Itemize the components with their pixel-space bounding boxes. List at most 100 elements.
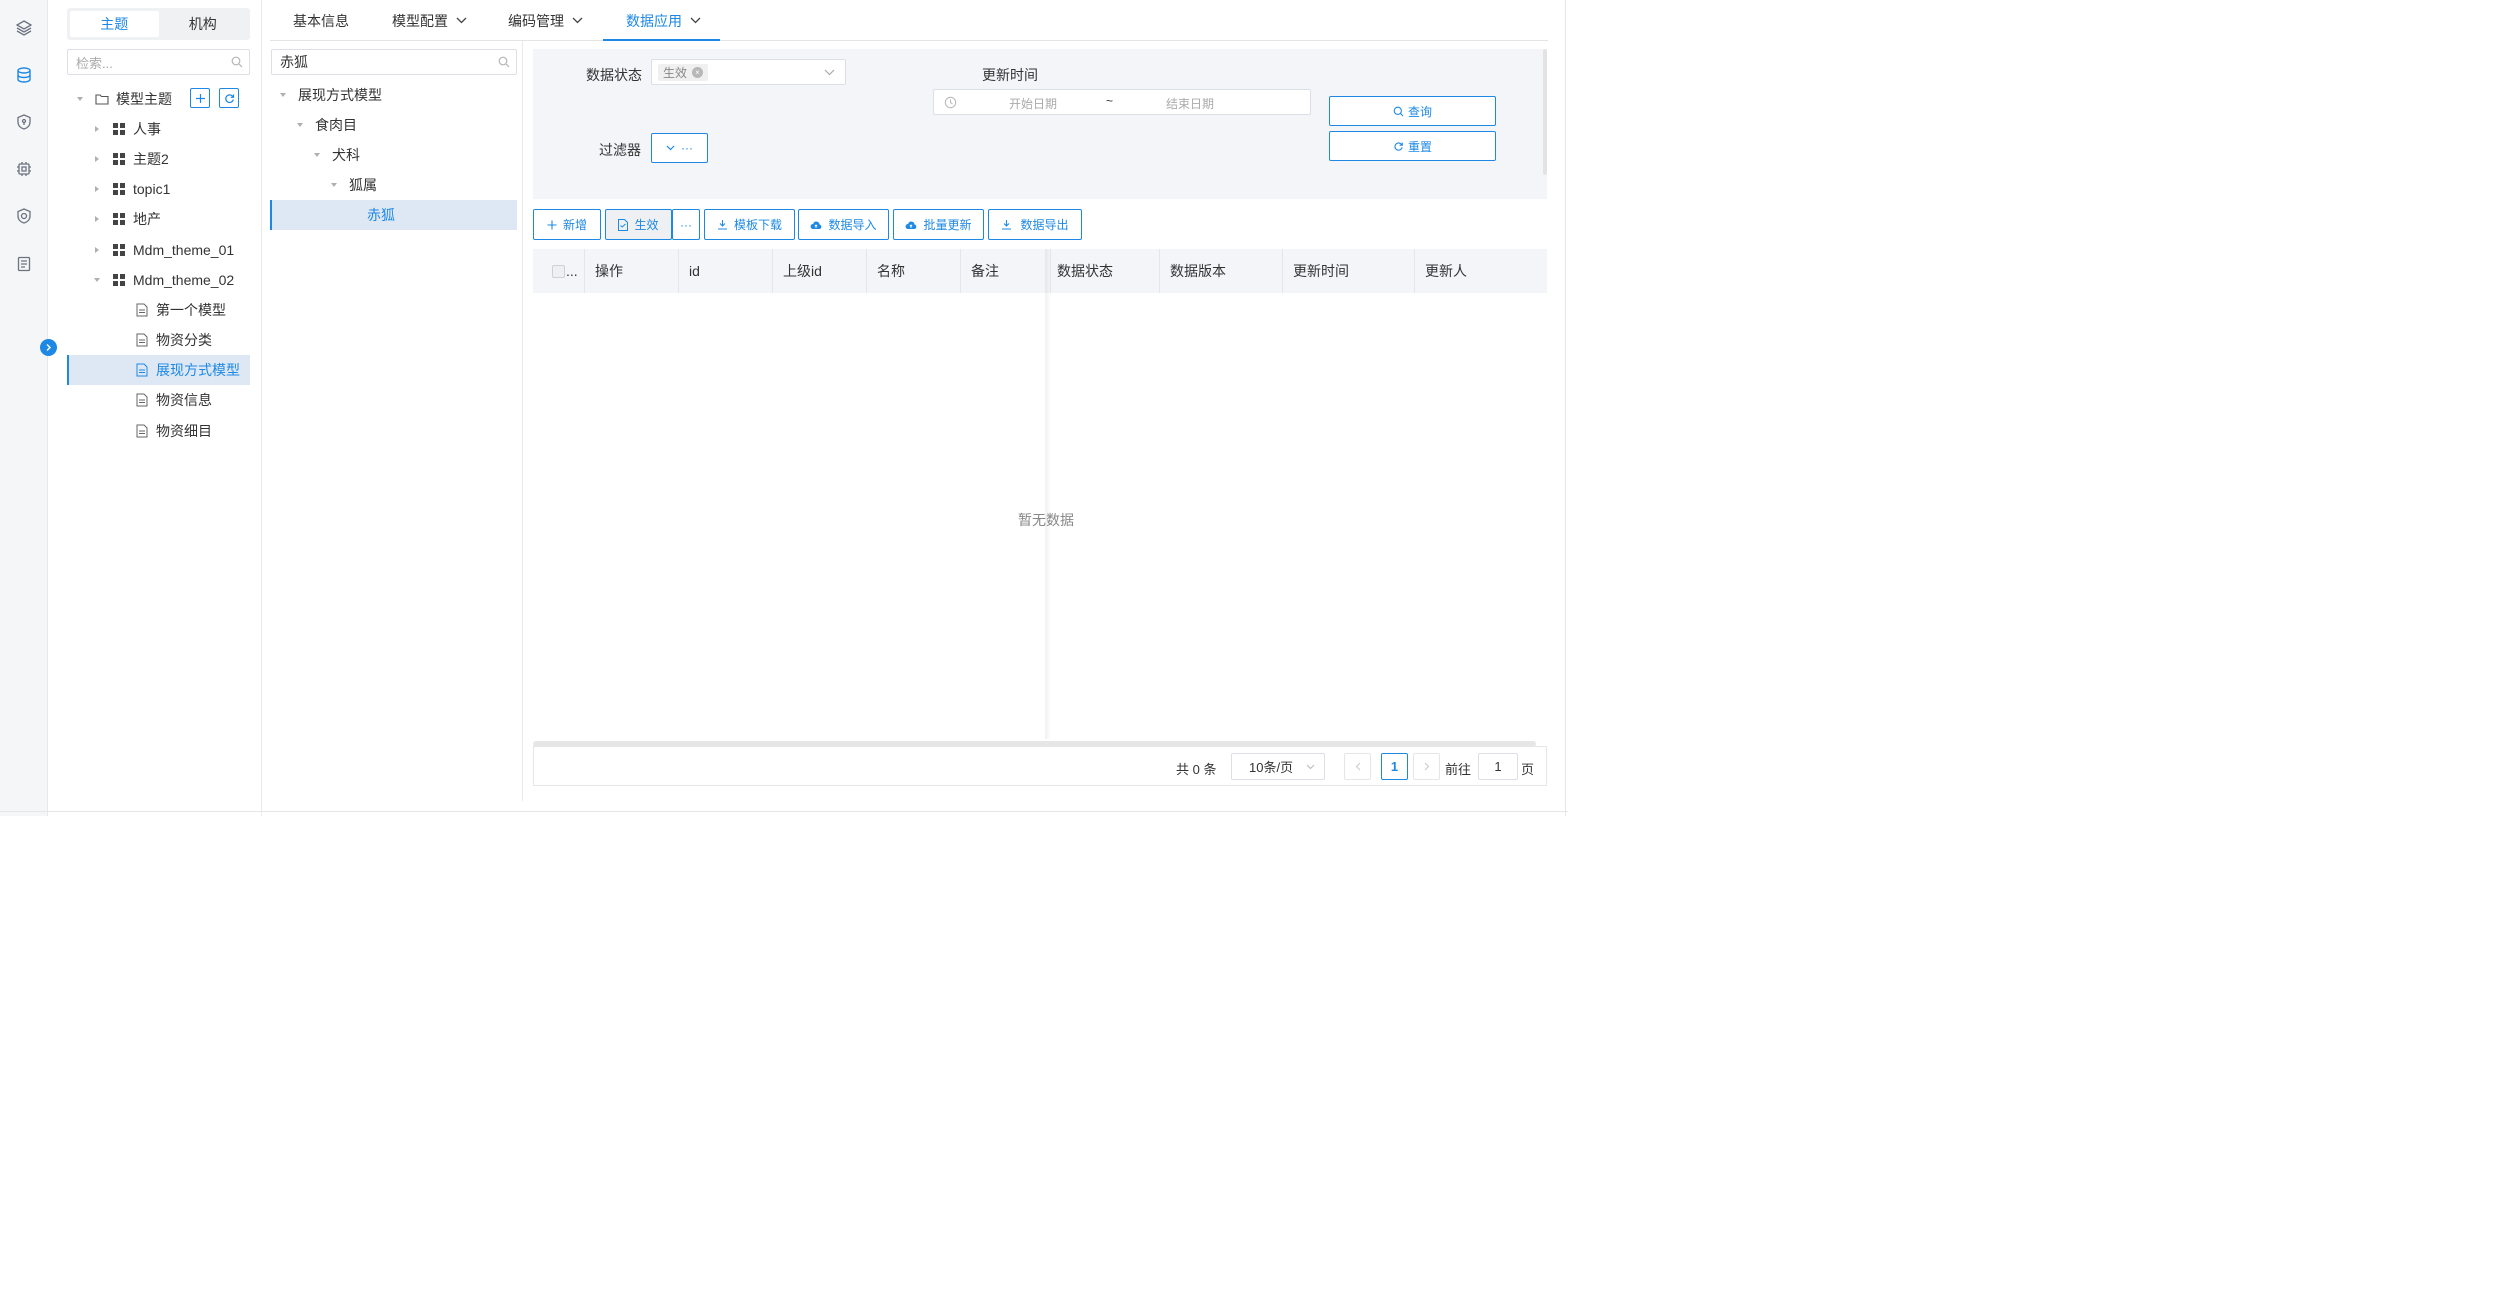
plus-icon	[195, 93, 205, 103]
column-header[interactable]: 备注	[961, 249, 1051, 293]
chevron-down-icon	[572, 17, 583, 24]
refresh-icon	[224, 93, 234, 103]
tree-root-model-theme[interactable]: 模型主题	[75, 84, 172, 114]
window-right-border	[1565, 0, 1566, 816]
download-icon	[1002, 220, 1012, 230]
filter-form: 数据状态 生效 × 更新时间 开始日期 ~ 结束日期 过滤器 ··· 查询 重置	[533, 49, 1547, 199]
select-all-ellipsis: ...	[566, 263, 578, 279]
start-date-placeholder: 开始日期	[1009, 97, 1058, 111]
refresh-tree-button[interactable]	[219, 88, 239, 108]
add-button[interactable]: 新增	[533, 209, 601, 240]
caret-right-icon	[95, 156, 99, 162]
date-range-picker[interactable]: 开始日期 ~ 结束日期	[933, 89, 1311, 115]
tree-item-theme[interactable]: topic1	[92, 174, 170, 204]
tree-root-label: 模型主题	[116, 91, 172, 107]
query-button[interactable]: 查询	[1329, 96, 1496, 126]
tab-model-config[interactable]: 模型配置	[392, 0, 467, 41]
tree-item-theme[interactable]: Mdm_theme_01	[92, 235, 234, 265]
column-header[interactable]: 更新时间	[1283, 249, 1415, 293]
tree-item-label: 主题2	[133, 151, 169, 167]
activate-button[interactable]: 生效	[605, 209, 672, 240]
tree-child-model[interactable]: 物资分类	[135, 325, 212, 355]
clock-icon	[944, 96, 957, 109]
page-number-button[interactable]: 1	[1381, 753, 1408, 780]
tree-item-theme[interactable]: 人事	[92, 114, 161, 144]
page-size-select[interactable]: 10条/页	[1231, 753, 1325, 780]
document-icon	[135, 393, 149, 407]
chip-icon[interactable]	[14, 159, 34, 179]
empty-state-text: 暂无数据	[1018, 512, 1074, 528]
grid-icon	[112, 122, 126, 136]
database-icon[interactable]	[14, 65, 34, 85]
tab-theme[interactable]: 主题	[70, 11, 159, 37]
goto-page-input[interactable]: 1	[1478, 753, 1518, 780]
add-theme-button[interactable]	[190, 88, 210, 108]
search-icon	[1393, 106, 1404, 116]
layers-icon[interactable]	[14, 18, 34, 38]
tag-remove-icon[interactable]: ×	[692, 67, 704, 78]
hierarchy-node[interactable]: 食肉目	[295, 110, 357, 140]
tree-item-theme[interactable]: 地产	[92, 204, 161, 234]
security-icon[interactable]	[14, 206, 34, 226]
search-icon	[231, 56, 243, 68]
status-select[interactable]: 生效 ×	[651, 59, 846, 85]
next-page-button[interactable]	[1413, 753, 1440, 780]
status-tag: 生效 ×	[658, 64, 709, 81]
column-header[interactable]: 更新人	[1415, 249, 1547, 293]
column-header[interactable]: id	[679, 249, 773, 293]
document-icon	[135, 424, 149, 438]
hierarchy-node[interactable]: 狐属	[329, 170, 377, 200]
tab-org[interactable]: 机构	[159, 11, 248, 37]
hierarchy-node-label: 展现方式模型	[298, 87, 382, 103]
hierarchy-node-label: 狐属	[349, 177, 377, 193]
filter-scrollbar[interactable]	[1543, 49, 1547, 175]
tab-code-management[interactable]: 编码管理	[508, 0, 583, 41]
chevron-down-icon	[690, 17, 701, 24]
tree-item-label: topic1	[133, 181, 171, 197]
tree-child-model[interactable]: 物资信息	[135, 385, 212, 415]
column-header[interactable]: 上级id	[773, 249, 867, 293]
column-header[interactable]: 名称	[867, 249, 961, 293]
shield-icon[interactable]	[14, 112, 34, 132]
column-header[interactable]: 数据版本	[1160, 249, 1283, 293]
theme-search-input[interactable]: 检索...	[67, 49, 250, 75]
caret-down-icon	[77, 97, 83, 101]
search-icon	[498, 56, 510, 68]
tab-label: 编码管理	[508, 12, 564, 29]
folder-icon	[95, 92, 109, 106]
tree-child-model-selected[interactable]: 展现方式模型	[135, 355, 240, 385]
caret-down-icon	[94, 278, 100, 282]
theme-search-placeholder: 检索...	[76, 55, 113, 71]
template-download-button[interactable]: 模板下载	[704, 209, 795, 240]
tree-child-model[interactable]: 第一个模型	[135, 295, 226, 325]
page-size-value: 10条/页	[1249, 760, 1294, 775]
data-table: ... 操作 id 上级id 名称 备注 数据状态 数据版本 更新时间 更新人 …	[533, 249, 1547, 741]
expand-panel-button[interactable]	[40, 339, 57, 356]
tab-basic-info[interactable]: 基本信息	[293, 0, 349, 41]
select-all-checkbox[interactable]	[552, 264, 565, 278]
column-header[interactable]: 数据状态	[1047, 249, 1160, 293]
data-export-button[interactable]: 数据导出	[988, 209, 1082, 240]
hierarchy-node[interactable]: 犬科	[312, 140, 360, 170]
filter-builder-button[interactable]: ···	[651, 133, 708, 163]
status-label: 数据状态	[586, 67, 642, 83]
report-icon[interactable]	[14, 254, 34, 274]
more-actions-button[interactable]: ···	[672, 209, 700, 240]
hierarchy-node[interactable]: 展现方式模型	[278, 80, 382, 110]
tab-data-application[interactable]: 数据应用	[626, 0, 701, 41]
active-tab-indicator	[603, 39, 720, 41]
hierarchy-node-selected[interactable]: 赤狐	[367, 200, 395, 230]
data-import-button[interactable]: 数据导入	[798, 209, 889, 240]
tree-item-theme[interactable]: Mdm_theme_02	[92, 265, 234, 295]
tree-item-theme[interactable]: 主题2	[92, 144, 169, 174]
hierarchy-search-input[interactable]: 赤狐	[271, 49, 517, 75]
total-count: 共 0 条	[1176, 762, 1217, 777]
reset-button[interactable]: 重置	[1329, 131, 1496, 161]
cloud-upload-icon	[906, 221, 917, 229]
batch-update-button[interactable]: 批量更新	[893, 209, 984, 240]
tree-child-model[interactable]: 物资细目	[135, 416, 212, 446]
prev-page-button[interactable]	[1344, 753, 1371, 780]
caret-down-icon	[331, 183, 337, 187]
column-header[interactable]: 操作	[585, 249, 679, 293]
chevron-down-icon	[456, 17, 467, 24]
